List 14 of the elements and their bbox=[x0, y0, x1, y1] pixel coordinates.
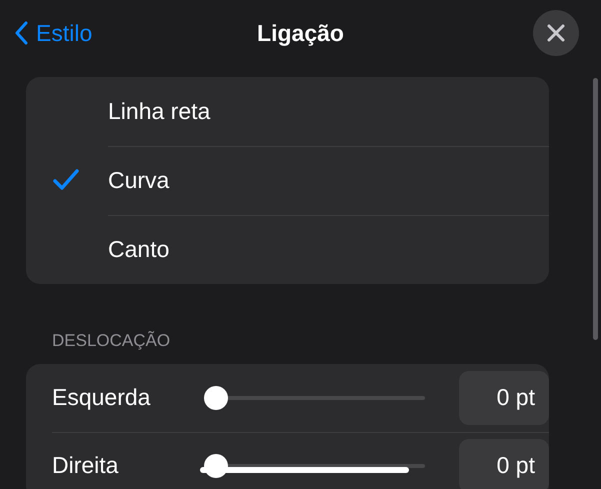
window-title: Ligação bbox=[257, 18, 344, 48]
back-button[interactable]: Estilo bbox=[14, 16, 92, 50]
line-type-option[interactable]: Linha reta bbox=[26, 77, 549, 146]
line-type-option[interactable]: Canto bbox=[26, 215, 549, 284]
value-field[interactable]: 0 pt bbox=[459, 370, 549, 424]
value-field[interactable]: 0 pt bbox=[459, 438, 549, 489]
line-type-option[interactable]: Curva bbox=[26, 146, 549, 215]
chevron-left-icon bbox=[14, 21, 28, 45]
offset-label: Direita bbox=[52, 451, 120, 480]
close-icon bbox=[547, 24, 565, 42]
section-heading: DESLOCAÇÃO bbox=[52, 330, 172, 352]
offset-slider[interactable] bbox=[204, 386, 426, 410]
close-button[interactable] bbox=[533, 10, 579, 56]
offset-label: Esquerda bbox=[52, 383, 152, 412]
